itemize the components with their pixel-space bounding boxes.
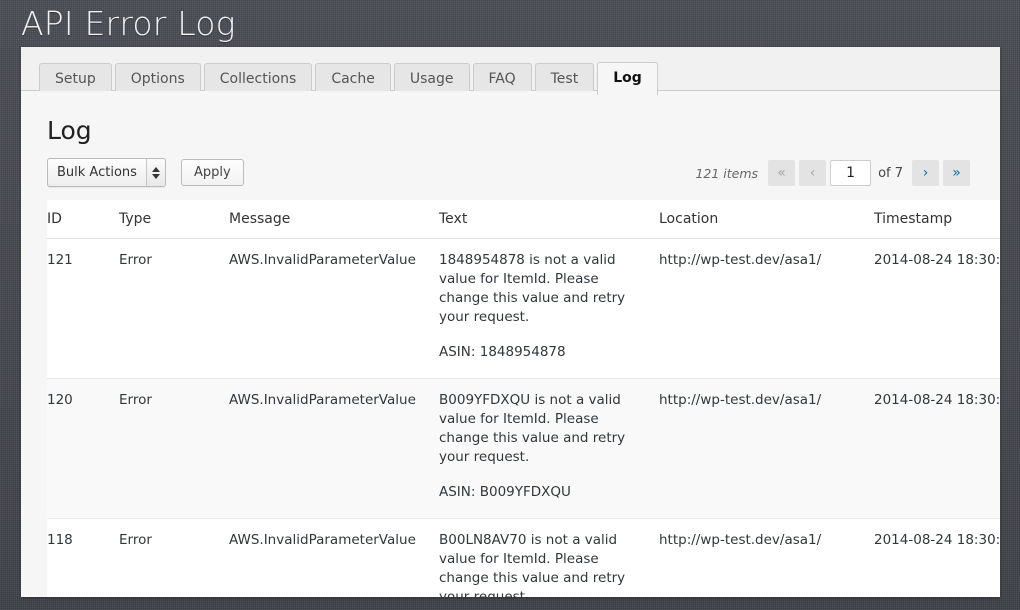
total-pages-label: of 7 [878, 165, 903, 181]
cell-location: http://wp-test.dev/asa1/ [659, 238, 874, 379]
table-row[interactable]: 120 Error AWS.InvalidParameterValue B009YFD… [47, 378, 1000, 519]
cell-location: http://wp-test.dev/asa1/ [659, 518, 874, 597]
column-header-message: Message [229, 200, 439, 239]
current-page-input[interactable] [830, 160, 872, 186]
bulk-actions-value: Bulk Actions [57, 165, 137, 180]
tab-bar: Setup Options Collections Cache Usage FAQ Test… [21, 47, 1000, 95]
section-title: Log [47, 116, 92, 145]
last-page-button[interactable]: » [943, 160, 970, 186]
log-table-body: 121 Error AWS.InvalidParameterValue 1848954… [47, 238, 1000, 597]
page-title: API Error Log [21, 4, 236, 43]
column-header-type: Type [119, 200, 229, 239]
cell-message: AWS.InvalidParameterValue [229, 518, 439, 597]
tab-log[interactable]: Log [597, 62, 658, 95]
cell-timestamp: 2014-08-24 18:30:33 [874, 378, 1000, 519]
log-table: ID Type Message Text Location Timestamp 121 Er… [47, 200, 1000, 597]
cell-id: 121 [47, 238, 119, 379]
bulk-actions-select[interactable]: Bulk Actions [47, 158, 166, 187]
error-text: B00LN8AV70 is not a valid value for Item… [439, 532, 626, 597]
cell-type: Error [119, 238, 229, 379]
cell-text: 1848954878 is not a valid value for Item… [439, 238, 659, 379]
chevron-up-icon [151, 166, 160, 172]
cell-type: Error [119, 378, 229, 519]
items-count-label: 121 items [695, 165, 759, 181]
cell-text: B00LN8AV70 is not a valid value for Item… [439, 518, 659, 597]
column-header-timestamp: Timestamp [874, 200, 1000, 239]
content-area: Log Bulk Actions Apply 121 items « ‹ of … [21, 91, 1000, 597]
asin-text: ASIN: B009YFDXQU [439, 484, 571, 500]
next-page-button[interactable]: › [912, 160, 939, 186]
cell-timestamp: 2014-08-24 18:30:34 [874, 238, 1000, 379]
apply-button[interactable]: Apply [181, 159, 244, 186]
admin-panel: Setup Options Collections Cache Usage FAQ Test… [21, 47, 1000, 597]
table-row[interactable]: 121 Error AWS.InvalidParameterValue 1848954… [47, 238, 1000, 379]
page-root: API Error Log Setup Options Collections Cac… [0, 0, 1020, 610]
cell-message: AWS.InvalidParameterValue [229, 378, 439, 519]
error-text: B009YFDXQU is not a valid value for Item… [439, 392, 626, 465]
pagination: 121 items « ‹ of 7 › » [695, 159, 974, 187]
select-spinner-icon[interactable] [145, 159, 165, 186]
column-header-text: Text [439, 200, 659, 239]
column-header-id: ID [47, 200, 119, 239]
cell-id: 120 [47, 378, 119, 519]
table-toolbar: Bulk Actions Apply 121 items « ‹ of 7 › … [47, 158, 974, 192]
cell-message: AWS.InvalidParameterValue [229, 238, 439, 379]
cell-timestamp: 2014-08-24 18:30:32 [874, 518, 1000, 597]
asin-text: ASIN: 1848954878 [439, 344, 566, 360]
cell-type: Error [119, 518, 229, 597]
column-header-location: Location [659, 200, 874, 239]
cell-id: 118 [47, 518, 119, 597]
log-table-head: ID Type Message Text Location Timestamp [47, 200, 1000, 239]
table-row[interactable]: 118 Error AWS.InvalidParameterValue B00LN8A… [47, 518, 1000, 597]
first-page-button[interactable]: « [768, 160, 796, 186]
cell-text: B009YFDXQU is not a valid value for Item… [439, 378, 659, 519]
cell-location: http://wp-test.dev/asa1/ [659, 378, 874, 519]
previous-page-button[interactable]: ‹ [799, 160, 827, 186]
chevron-down-icon [151, 173, 160, 179]
table-header-row: ID Type Message Text Location Timestamp [47, 200, 1000, 239]
error-text: 1848954878 is not a valid value for Item… [439, 252, 626, 325]
